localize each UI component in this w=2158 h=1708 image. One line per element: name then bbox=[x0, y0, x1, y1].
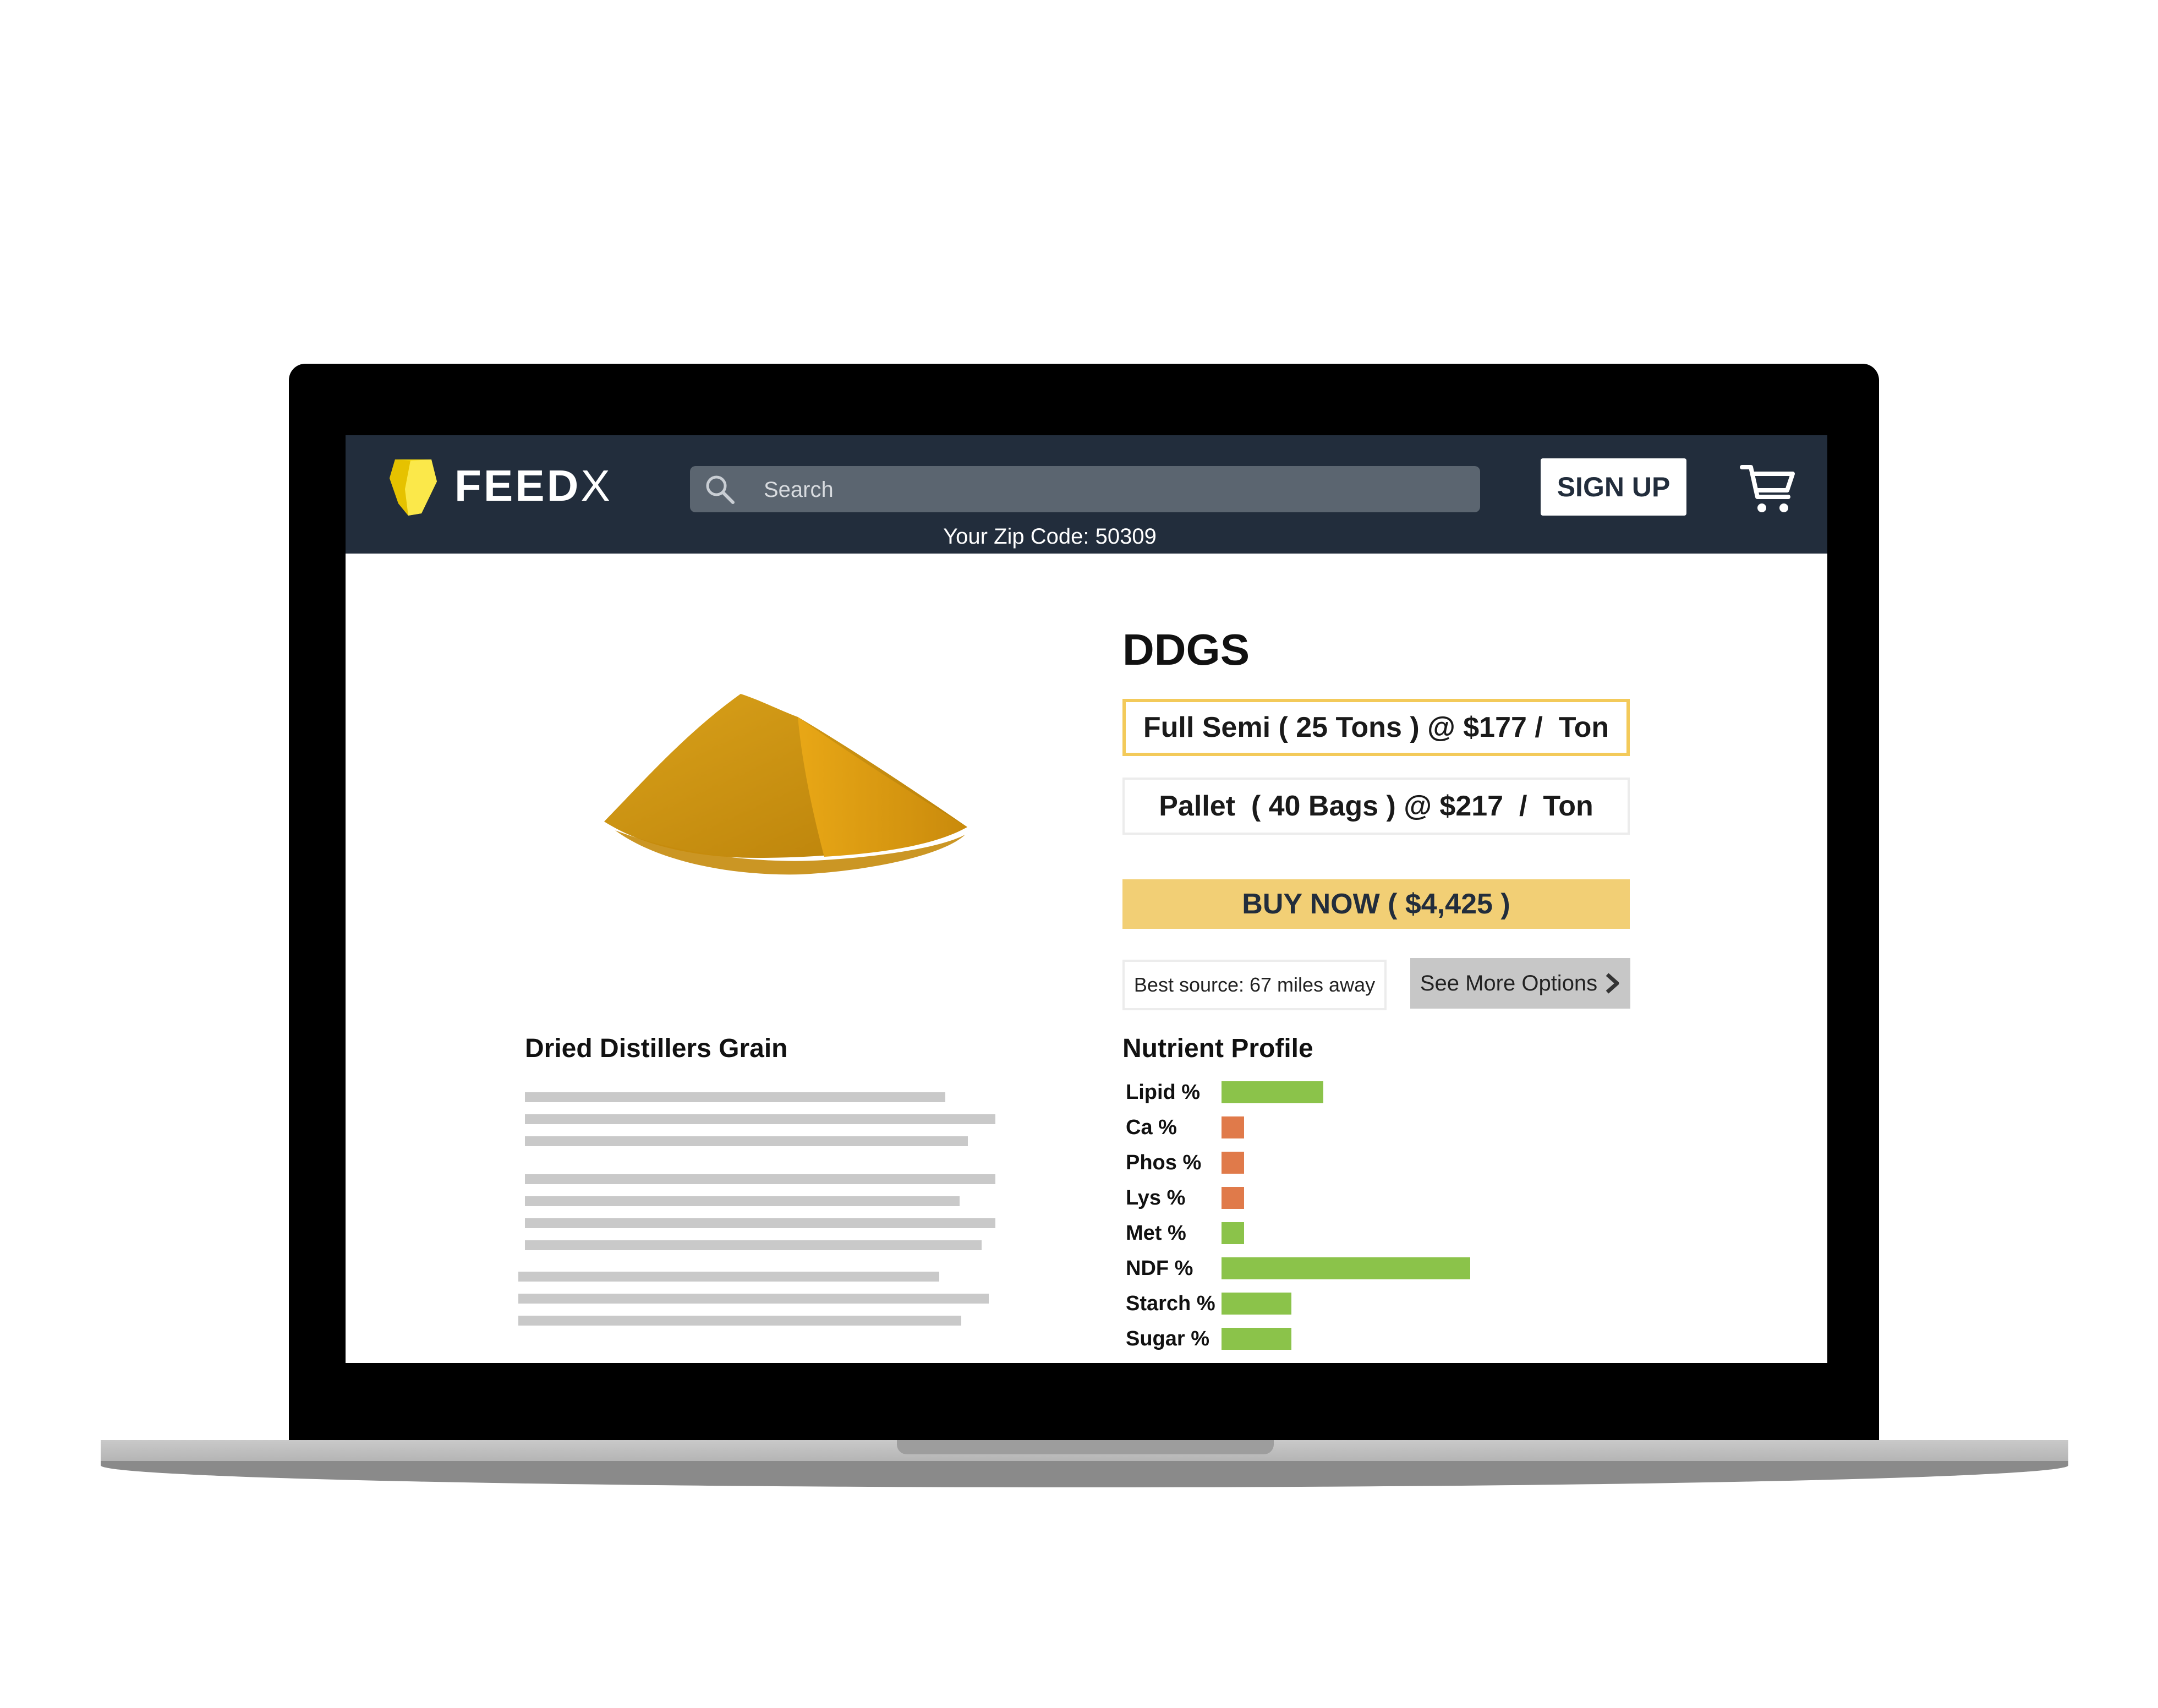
cart-icon[interactable] bbox=[1738, 457, 1798, 518]
search-bar[interactable] bbox=[690, 466, 1480, 513]
text-line bbox=[525, 1218, 995, 1228]
nutrient-bar bbox=[1222, 1222, 1244, 1244]
laptop-base-edge bbox=[101, 1461, 2068, 1487]
see-more-options-button[interactable]: See More Options bbox=[1410, 958, 1630, 1009]
text-line bbox=[518, 1316, 961, 1326]
text-line bbox=[518, 1272, 939, 1282]
nutrient-bar bbox=[1222, 1293, 1291, 1315]
product-title: DDGS bbox=[1122, 625, 1250, 674]
nutrient-label: Phos % bbox=[1126, 1151, 1202, 1174]
site-header: FEEDX SIGN UP Your Zip Code: 50309 bbox=[346, 435, 1827, 554]
text-line bbox=[525, 1136, 968, 1146]
search-input[interactable] bbox=[763, 466, 1469, 513]
buy-now-button[interactable]: BUY NOW ( $4,425 ) bbox=[1122, 879, 1630, 929]
best-source-label: Best source: 67 miles away bbox=[1122, 960, 1387, 1010]
ddgs-product-image bbox=[604, 694, 967, 875]
nutrient-label: Ca % bbox=[1126, 1116, 1177, 1139]
nutrient-label: NDF % bbox=[1126, 1257, 1193, 1280]
nutrient-bar bbox=[1222, 1152, 1244, 1174]
logo-wordmark[interactable]: FEEDX bbox=[454, 458, 612, 513]
nutrient-profile-heading: Nutrient Profile bbox=[1122, 1034, 1313, 1063]
search-icon[interactable] bbox=[704, 474, 735, 505]
nutrient-label: Lys % bbox=[1126, 1186, 1186, 1209]
option-pallet[interactable]: Pallet ( 40 Bags ) @ $217 / Ton bbox=[1122, 778, 1630, 835]
nutrient-label: Lipid % bbox=[1126, 1081, 1201, 1104]
nutrient-label: Sugar % bbox=[1126, 1327, 1210, 1350]
see-more-options-label: See More Options bbox=[1420, 971, 1598, 995]
text-line bbox=[525, 1240, 982, 1250]
nutrient-label: Met % bbox=[1126, 1222, 1186, 1245]
zip-code-label[interactable]: Your Zip Code: 50309 bbox=[346, 522, 1754, 551]
lemon-logo-icon[interactable] bbox=[388, 456, 438, 518]
option-full-semi[interactable]: Full Semi ( 25 Tons ) @ $177 / Ton bbox=[1122, 699, 1630, 756]
screen: FEEDX SIGN UP Your Zip Code: 50309 bbox=[346, 435, 1827, 1363]
nutrient-bar bbox=[1222, 1257, 1470, 1279]
description-heading: Dried Distillers Grain bbox=[525, 1034, 788, 1063]
nutrient-bar bbox=[1222, 1081, 1323, 1103]
logo-text-feed: FEED bbox=[454, 461, 581, 510]
nutrient-bar bbox=[1222, 1116, 1244, 1138]
nutrient-bar bbox=[1222, 1328, 1291, 1350]
logo-text-x: X bbox=[580, 461, 612, 510]
text-line bbox=[518, 1294, 989, 1304]
text-line bbox=[525, 1196, 960, 1206]
nutrient-label: Starch % bbox=[1126, 1292, 1215, 1315]
nutrient-bar bbox=[1222, 1187, 1244, 1209]
text-line bbox=[525, 1174, 995, 1184]
text-line bbox=[525, 1114, 995, 1124]
laptop-notch bbox=[897, 1440, 1274, 1454]
chevron-right-icon bbox=[1606, 973, 1619, 994]
text-line bbox=[525, 1092, 945, 1102]
sign-up-button[interactable]: SIGN UP bbox=[1541, 458, 1686, 516]
